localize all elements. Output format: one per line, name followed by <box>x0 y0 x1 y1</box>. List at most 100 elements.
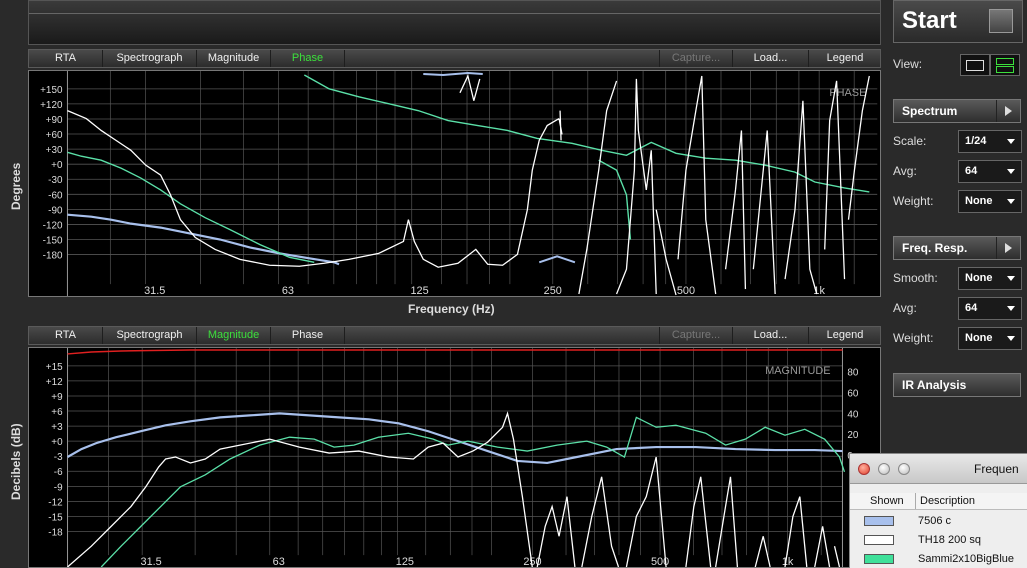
legend-row[interactable]: 7506 c <box>850 512 1027 532</box>
magnitude-tab-bar: RTA Spectrograph Magnitude Phase Capture… <box>28 326 881 345</box>
magnitude-trace-red <box>67 349 843 355</box>
tab-rta[interactable]: RTA <box>29 50 103 67</box>
play-arrow-icon <box>996 100 1020 122</box>
col-shown-header[interactable]: Shown <box>870 495 904 507</box>
magnitude-y-axis-label: Decibels (dB) <box>9 423 23 500</box>
x-tick-label: 125 <box>410 285 428 297</box>
minimize-window-icon[interactable] <box>878 463 890 475</box>
trace-swatch-white[interactable] <box>864 535 894 545</box>
smooth-select[interactable]: None <box>958 267 1022 290</box>
phase-plot[interactable]: +150 +120 +90 +60 +30 +0 -30 -60 -90 -120 -150 -180… <box>28 70 881 297</box>
tab-phase-2[interactable]: Phase <box>271 327 345 344</box>
y2-tick-label: 20 <box>847 430 859 441</box>
y-tick-label: -18 <box>48 527 63 538</box>
avg-select[interactable]: 64 <box>958 160 1022 183</box>
magnitude-trace-blue <box>66 412 843 465</box>
chevron-down-icon <box>1007 276 1015 281</box>
tab-spectrograph[interactable]: Spectrograph <box>103 50 197 67</box>
view-split-button[interactable] <box>990 54 1020 76</box>
fr-weight-value: None <box>965 332 993 344</box>
capture-button[interactable]: Capture... <box>659 50 733 67</box>
load-button[interactable]: Load... <box>733 50 809 67</box>
trace-swatch-green[interactable] <box>864 554 894 564</box>
split-pane-icon-lower <box>996 66 1014 73</box>
start-label: Start <box>902 7 957 34</box>
zoom-window-icon[interactable] <box>898 463 910 475</box>
y-tick-label: +150 <box>40 85 63 96</box>
tab-spectrograph-2[interactable]: Spectrograph <box>103 327 197 344</box>
weight-select[interactable]: None <box>958 190 1022 213</box>
spectrum-section-button[interactable]: Spectrum <box>893 99 1021 123</box>
scale-value: 1/24 <box>965 135 987 147</box>
weight-label: Weight: <box>893 194 934 208</box>
split-pane-icon <box>996 58 1014 65</box>
y-tick-label: +90 <box>46 115 63 126</box>
y-tick-label: -120 <box>43 220 63 231</box>
scale-select[interactable]: 1/24 <box>958 130 1022 153</box>
y2-tick-label: 80 <box>847 368 859 379</box>
x-tick-label: 1k <box>782 556 794 568</box>
view-label: View: <box>893 57 923 71</box>
y-tick-label: +3 <box>51 422 63 433</box>
freq-resp-label: Freq. Resp. <box>902 241 968 255</box>
view-single-button[interactable] <box>960 54 990 76</box>
phase-tab-bar: RTA Spectrograph Magnitude Phase Capture… <box>28 49 881 68</box>
fr-avg-label: Avg: <box>893 301 917 315</box>
legend-table-header: Shown Description <box>850 493 1027 510</box>
ir-analysis-button[interactable]: IR Analysis <box>893 373 1021 397</box>
col-desc-header[interactable]: Description <box>920 495 975 507</box>
y-tick-label: -90 <box>48 205 63 216</box>
fr-weight-label: Weight: <box>893 331 934 345</box>
tab-magnitude[interactable]: Magnitude <box>197 50 271 67</box>
fr-avg-select[interactable]: 64 <box>958 297 1022 320</box>
legend-button-2[interactable]: Legend <box>809 327 881 344</box>
y-tick-label: -150 <box>43 235 63 246</box>
smooth-label: Smooth: <box>893 271 938 285</box>
magnitude-trace-green <box>100 416 846 567</box>
fr-weight-select[interactable]: None <box>958 327 1022 350</box>
capture-button-2[interactable]: Capture... <box>659 327 733 344</box>
y-tick-label: +15 <box>46 362 63 373</box>
avg-value: 64 <box>965 165 978 177</box>
x-tick-label: 63 <box>282 285 294 297</box>
phase-trace-blue-2 <box>423 71 576 264</box>
phase-trace-white <box>67 74 870 296</box>
smooth-value: None <box>965 272 993 284</box>
legend-button[interactable]: Legend <box>809 50 881 67</box>
y-tick-label: +30 <box>46 145 63 156</box>
y-tick-label: -12 <box>48 497 62 508</box>
freq-resp-section-button[interactable]: Freq. Resp. <box>893 236 1021 260</box>
y-tick-label: -3 <box>54 452 63 463</box>
tab-phase[interactable]: Phase <box>271 50 345 67</box>
legend-row-label: 7506 c <box>918 515 952 527</box>
start-button[interactable]: Start <box>893 0 1023 43</box>
tab-rta-2[interactable]: RTA <box>29 327 103 344</box>
load-button-2[interactable]: Load... <box>733 327 809 344</box>
ir-analysis-label: IR Analysis <box>902 378 967 392</box>
tab-magnitude-2[interactable]: Magnitude <box>197 327 271 344</box>
y-tick-label: +12 <box>46 377 63 388</box>
legend-title-bar[interactable]: Frequen <box>850 454 1027 484</box>
magnitude-watermark: MAGNITUDE <box>765 365 830 377</box>
fr-avg-value: 64 <box>965 302 978 314</box>
y-tick-label: +0 <box>51 160 63 171</box>
legend-row[interactable]: Sammi2x10BigBlue <box>850 550 1027 568</box>
x-tick-label: 31.5 <box>141 556 162 568</box>
legend-row-label: TH18 200 sq <box>918 534 981 546</box>
y-tick-label: +9 <box>51 392 63 403</box>
legend-window-title: Frequen <box>974 462 1019 476</box>
phase-trace-green <box>67 74 870 263</box>
y-tick-label: +60 <box>46 130 63 141</box>
magnitude-plot[interactable]: +15+12+9+6+3+0-3-6-9-12-15-18 806040200 … <box>28 347 881 568</box>
header-divider <box>915 493 916 509</box>
y-tick-label: -30 <box>48 175 63 186</box>
close-window-icon[interactable] <box>858 463 870 475</box>
legend-window[interactable]: Frequen Shown Description 7506 c TH18 20… <box>849 453 1027 568</box>
y-tick-label: -180 <box>43 251 63 262</box>
scale-label: Scale: <box>893 134 927 148</box>
trace-swatch-blue[interactable] <box>864 516 894 526</box>
y2-tick-label: 40 <box>847 409 859 420</box>
legend-row[interactable]: TH18 200 sq <box>850 531 1027 551</box>
y-tick-label: -15 <box>48 512 63 523</box>
y-tick-label: +0 <box>51 437 63 448</box>
